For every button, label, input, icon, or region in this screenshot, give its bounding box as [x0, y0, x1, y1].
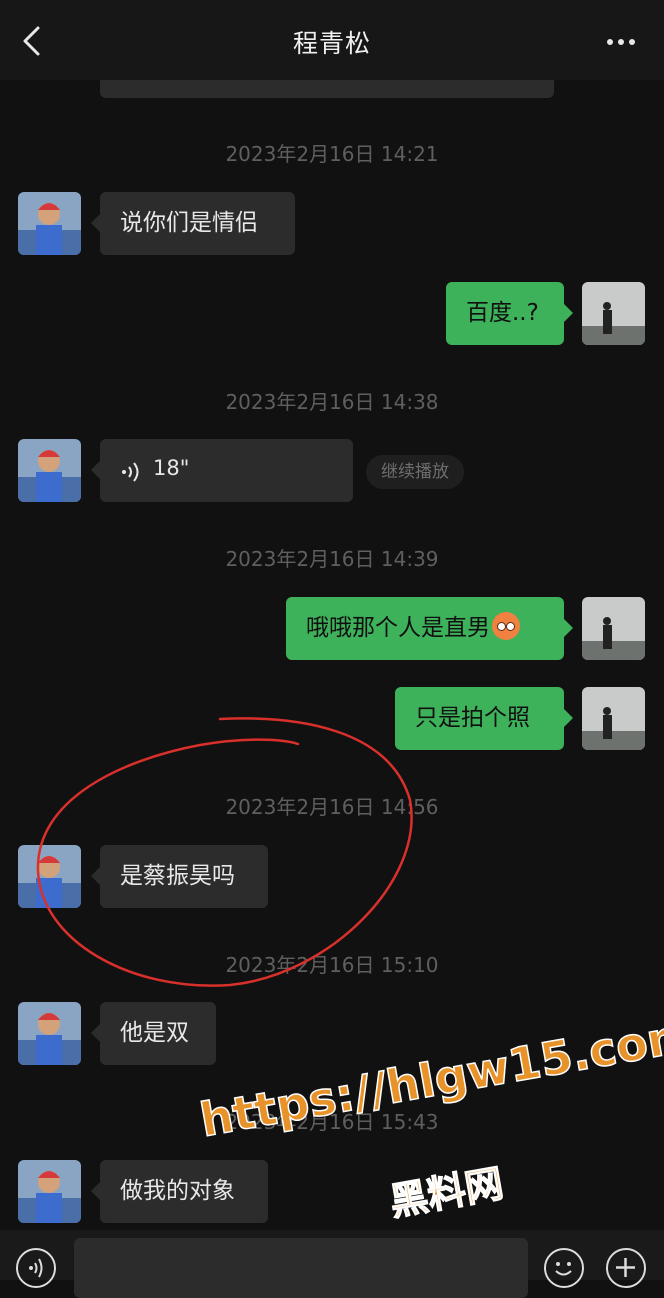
continue-play-button[interactable]: 继续播放	[366, 455, 464, 489]
avatar-image	[18, 192, 81, 255]
message-input[interactable]	[74, 1238, 528, 1298]
timestamp: 2023年2月16日 14:38	[225, 390, 439, 414]
input-bar	[0, 1230, 664, 1298]
voice-duration: 18"	[153, 456, 190, 480]
chat-header: 程青松	[0, 0, 664, 80]
message-bubble-outgoing[interactable]: 哦哦那个人是直男	[286, 597, 573, 660]
avatar-image	[582, 282, 645, 345]
plus-icon[interactable]	[606, 1248, 646, 1288]
message-bubble-incoming[interactable]: 说你们是情侣	[91, 192, 295, 255]
avatar-image	[18, 1160, 81, 1223]
my-avatar[interactable]	[582, 687, 645, 750]
avatar-image	[582, 597, 645, 660]
avatar-image	[18, 845, 81, 908]
emoji-icon[interactable]	[544, 1248, 584, 1288]
timestamp: 2023年2月16日 14:21	[225, 142, 439, 166]
contact-avatar[interactable]	[18, 1002, 81, 1065]
my-avatar[interactable]	[582, 282, 645, 345]
message-bubble-incoming[interactable]: 做我的对象	[91, 1160, 268, 1223]
contact-avatar[interactable]	[18, 439, 81, 502]
voice-wave-icon	[122, 462, 139, 482]
contact-avatar[interactable]	[18, 845, 81, 908]
flushed-face-emoji-icon	[492, 611, 520, 640]
avatar-image	[18, 439, 81, 502]
timestamp: 2023年2月16日 15:10	[225, 953, 439, 977]
avatar-image	[582, 687, 645, 750]
voice-input-icon[interactable]	[16, 1248, 56, 1288]
message-text: 哦哦那个人是直男	[306, 615, 490, 641]
timestamp: 2023年2月16日 14:39	[225, 547, 439, 571]
my-avatar[interactable]	[582, 597, 645, 660]
avatar-image	[18, 1002, 81, 1065]
message-bubble-outgoing[interactable]: 百度..?	[446, 282, 573, 345]
contact-avatar[interactable]	[18, 1160, 81, 1223]
message-bubble-outgoing[interactable]: 只是拍个照	[395, 687, 573, 750]
message-bubble-incoming[interactable]: 是蔡振昊吗	[91, 845, 268, 908]
contact-avatar[interactable]	[18, 192, 81, 255]
more-dots-icon[interactable]	[604, 28, 638, 56]
timestamp: 2023年2月16日 14:56	[225, 795, 439, 819]
chat-title: 程青松	[292, 29, 371, 58]
message-bubble-incoming[interactable]: 他是双	[91, 1002, 216, 1065]
